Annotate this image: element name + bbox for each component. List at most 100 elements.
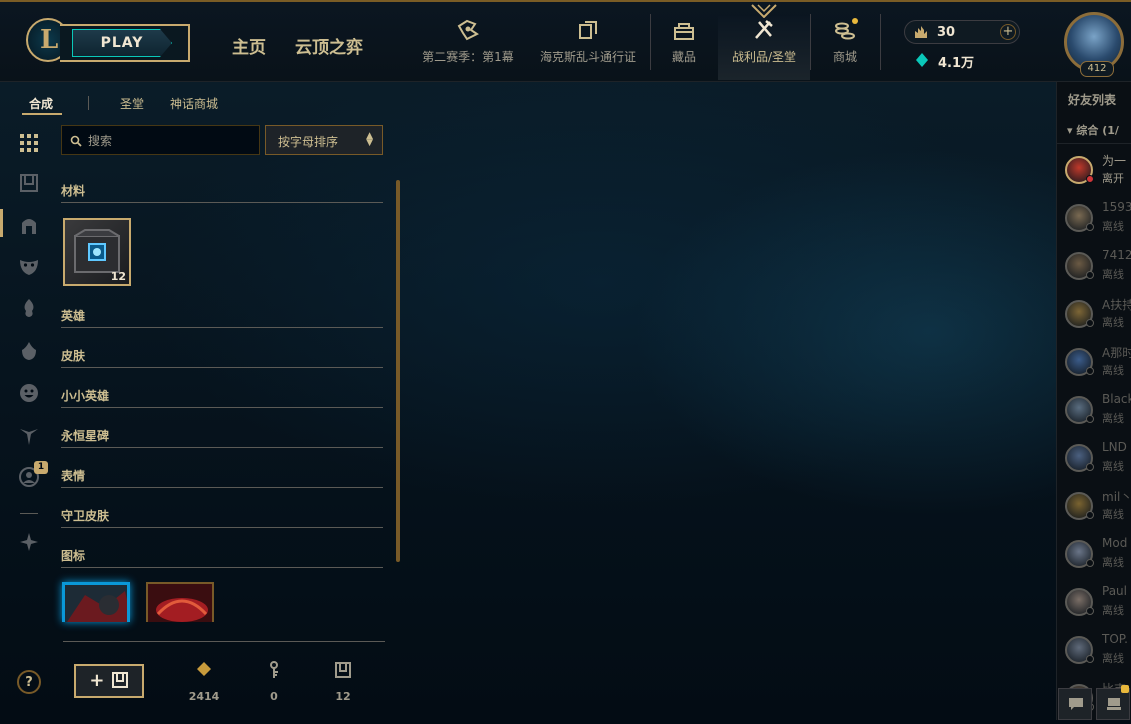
friend-name: Paul (1102, 584, 1127, 598)
category-little-legends[interactable]: 小小英雄 (61, 385, 383, 408)
chat-button[interactable] (1058, 688, 1092, 720)
category-materials[interactable]: 材料 (61, 180, 383, 203)
nav-collection[interactable]: 藏品 (658, 16, 710, 80)
nav-divider (810, 14, 811, 70)
champion-filter-icon[interactable] (18, 214, 40, 236)
skin-filter-icon[interactable] (18, 255, 40, 277)
profile-icon-tile[interactable] (62, 582, 130, 622)
play-button[interactable]: PLAY (72, 29, 172, 57)
friend-name: TOP. (1102, 632, 1128, 646)
friend-status-dot (1086, 511, 1094, 519)
friend-status: 离线 (1102, 604, 1124, 617)
friend-status-dot (1086, 607, 1094, 615)
friend-status: 离线 (1102, 508, 1124, 521)
chest-filter-icon[interactable] (18, 172, 40, 194)
nav-tft[interactable]: 云顶之弈 (295, 33, 363, 58)
friend-row[interactable]: 7412 离线 (1057, 246, 1131, 292)
all-items-grid-icon[interactable] (18, 132, 40, 154)
nav-event-pass[interactable]: 海克斯乱斗通行证 (534, 16, 642, 80)
tab-divider (88, 96, 89, 110)
loot-filter-rail: 1 (0, 82, 56, 720)
friend-name: 为一 (1102, 154, 1127, 168)
ward-skin-filter-icon[interactable] (18, 425, 40, 447)
sort-dropdown[interactable]: 按字母排序 ▲ ▼ (265, 125, 383, 155)
active-nav-indicator-icon (751, 4, 777, 18)
friend-status-dot (1086, 223, 1094, 231)
active-filter-indicator (0, 209, 3, 237)
friend-row[interactable]: LND 离线 (1057, 438, 1131, 484)
loot-scrollbar[interactable] (396, 180, 400, 562)
friends-divider (1057, 143, 1131, 144)
friend-row[interactable]: TOP. 离线 (1057, 630, 1131, 676)
disenchant-filter-icon[interactable] (18, 531, 40, 553)
nav-store[interactable]: 商城 (820, 16, 870, 80)
tab-sanctum[interactable]: 圣堂 (120, 95, 144, 112)
key-stat: 0 (254, 660, 294, 703)
friend-row[interactable]: 1593 离线 (1057, 198, 1131, 244)
chest-count: 12 (110, 270, 126, 283)
tab-mythic-shop[interactable]: 神话商城 (170, 95, 218, 112)
category-eternals[interactable]: 永恒星碑 (61, 425, 383, 448)
little-legend-filter-icon[interactable] (18, 297, 40, 319)
tab-crafting[interactable]: 合成 (29, 95, 53, 112)
nav-divider (880, 14, 881, 70)
friend-name: mil丶 (1102, 490, 1131, 504)
friend-status: 离线 (1102, 316, 1124, 329)
chest-icon (111, 672, 128, 688)
blue-essence-icon (916, 53, 928, 67)
friends-list-panel: 好友列表 ▾ 综合 (1/ 为一 离开 1593 离线 7412 离线 A扶持 离线 A那时 离线… (1056, 82, 1131, 720)
profile-icon-tile[interactable] (146, 582, 214, 622)
emote-filter-icon[interactable] (18, 382, 40, 404)
hextech-chest-tile[interactable]: 12 (63, 218, 131, 286)
help-button[interactable]: ? (17, 670, 41, 694)
nav-season-pass[interactable]: 第二赛季：第1幕 (412, 16, 524, 80)
friend-status: 离线 (1102, 556, 1124, 569)
missions-icon (1107, 698, 1121, 710)
rp-wallet: 30 + (904, 20, 1020, 44)
friend-status-dot (1086, 463, 1094, 471)
friend-status: 离线 (1102, 652, 1124, 665)
friend-row[interactable]: Black 离线 (1057, 390, 1131, 436)
missions-button[interactable] (1096, 685, 1130, 720)
category-skins[interactable]: 皮肤 (61, 345, 383, 368)
friend-row[interactable]: Mod 离线 (1057, 534, 1131, 580)
friend-status: 离线 (1102, 220, 1124, 233)
friend-name: 7412 (1102, 248, 1131, 262)
nav-home[interactable]: 主页 (232, 33, 266, 58)
nav-divider (650, 14, 651, 70)
friend-name: Black (1102, 392, 1131, 406)
friend-row[interactable]: Paul 离线 (1057, 582, 1131, 628)
chat-icon (1069, 698, 1083, 710)
search-icon (70, 135, 82, 147)
loot-icon (755, 20, 773, 39)
rail-divider (20, 513, 38, 514)
profile-icon-art (65, 585, 127, 622)
category-champions[interactable]: 英雄 (61, 305, 383, 328)
eternals-filter-icon[interactable] (18, 340, 40, 362)
category-ward-skins[interactable]: 守卫皮肤 (61, 505, 383, 528)
friend-name: 1593 (1102, 200, 1131, 214)
friend-status-dot (1086, 175, 1094, 183)
sort-chevron-icon: ▲ ▼ (366, 131, 373, 148)
friend-row[interactable]: 为一 离开 (1057, 150, 1131, 196)
friend-status-dot (1086, 655, 1094, 663)
buy-rp-button[interactable]: + (1000, 24, 1016, 40)
friend-name: LND (1102, 440, 1127, 454)
category-emotes[interactable]: 表情 (61, 465, 383, 488)
friends-group-header[interactable]: ▾ 综合 (1/ (1067, 122, 1119, 138)
friend-row[interactable]: mil丶离线 (1057, 486, 1131, 532)
friend-status-dot (1086, 559, 1094, 567)
friend-name: Mod (1102, 536, 1128, 550)
craft-chest-key-button[interactable]: + (74, 664, 144, 698)
friend-row[interactable]: A那时 离线 (1057, 342, 1131, 388)
search-input[interactable] (86, 130, 258, 152)
category-icons[interactable]: 图标 (61, 545, 383, 568)
profile-icon-art (148, 584, 212, 622)
friend-row[interactable]: A扶持 离线 (1057, 294, 1131, 340)
loot-footer-divider (63, 641, 385, 642)
nav-loot[interactable]: 战利品/圣堂 (718, 16, 810, 80)
friend-status: 离开 (1102, 172, 1124, 185)
chest-stat: 12 (323, 660, 363, 703)
profile-icon-badge: 1 (34, 461, 48, 474)
friend-name: A那时 (1102, 346, 1131, 360)
